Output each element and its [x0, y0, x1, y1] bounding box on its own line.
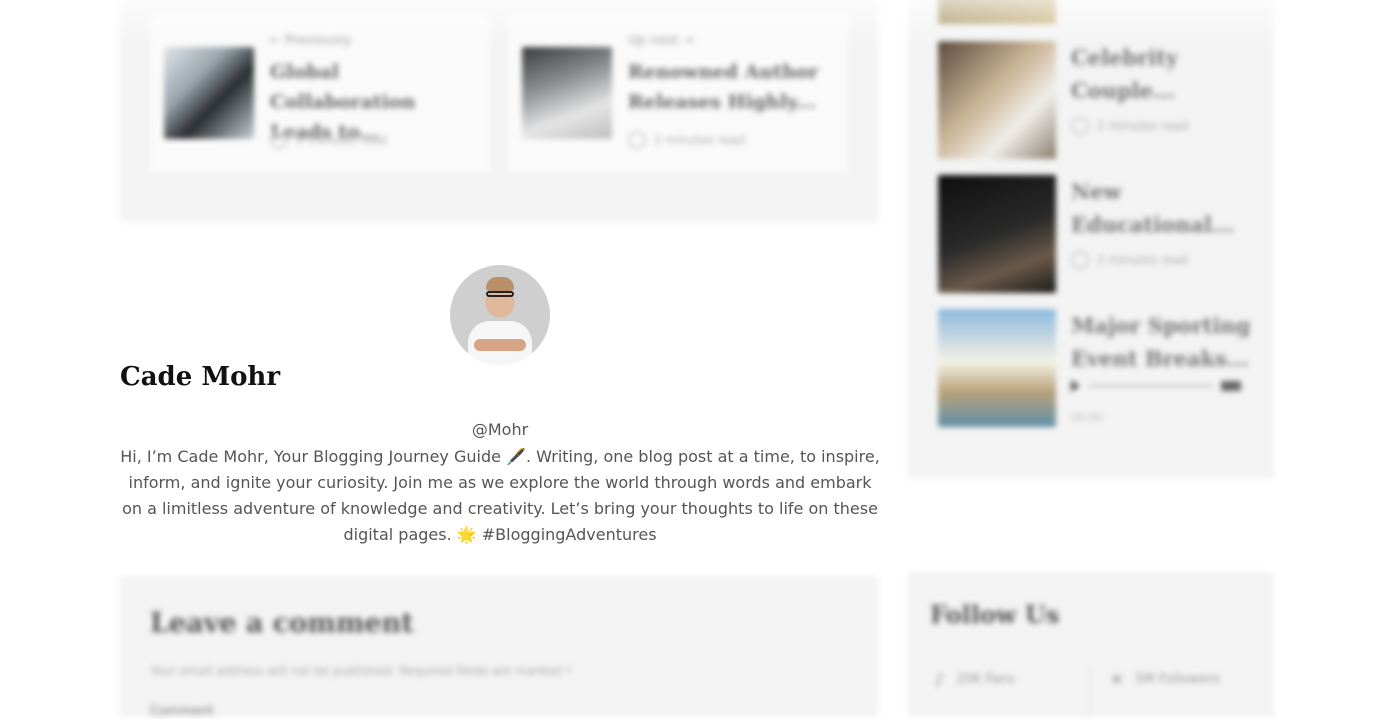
- post-navigation: ← Previously Global Collaboration Leads …: [120, 0, 878, 222]
- previous-post-card[interactable]: ← Previously Global Collaboration Leads …: [150, 15, 490, 173]
- follow-us-title: Follow Us: [930, 600, 1060, 629]
- clock-icon: [1071, 117, 1089, 135]
- author-name[interactable]: Cade Mohr: [120, 362, 280, 392]
- follow-us-widget: Follow Us ♪ 20K Fans ✕ 5M Followers: [908, 572, 1274, 717]
- follow-item-x[interactable]: ✕ 5M Followers: [1110, 670, 1220, 689]
- clock-icon: [1071, 251, 1089, 269]
- sidebar-spacer: [908, 490, 1274, 562]
- next-post-title[interactable]: Renowned Author Releases Highly...: [628, 57, 833, 117]
- next-post-card[interactable]: Up next → Renowned Author Releases Highl…: [508, 15, 848, 173]
- clock-icon: [270, 131, 288, 149]
- audio-player[interactable]: [1071, 379, 1241, 393]
- sidebar-post-thumbnail[interactable]: [938, 0, 1056, 24]
- sidebar-post-thumbnail[interactable]: [938, 175, 1056, 293]
- next-post-thumbnail[interactable]: [522, 47, 612, 139]
- sidebar-read-time: 2 minutes read: [1071, 117, 1188, 135]
- audio-progress-bar[interactable]: [1088, 385, 1213, 387]
- audio-time: 00:00: [1071, 411, 1103, 424]
- sidebar-post-thumbnail[interactable]: [938, 309, 1056, 427]
- x-icon: ✕: [1110, 670, 1124, 689]
- sidebar-post-title[interactable]: New Educational...: [1071, 175, 1251, 241]
- next-label: Up next →: [628, 33, 694, 48]
- next-read-time: 2 minutes read: [628, 131, 745, 149]
- previous-post-thumbnail[interactable]: [164, 47, 254, 139]
- tiktok-icon: ♪: [934, 670, 945, 689]
- sidebar-posts: Celebrity Couple... 2 minutes read New E…: [908, 0, 1274, 478]
- author-handle: @Mohr: [471, 420, 529, 439]
- previous-label: ← Previously: [270, 33, 352, 48]
- sidebar-post-thumbnail[interactable]: [938, 41, 1056, 159]
- author-bio: Hi, I’m Cade Mohr, Your Blogging Journey…: [120, 447, 880, 544]
- volume-icon[interactable]: [1221, 381, 1241, 391]
- sidebar-post[interactable]: [938, 0, 1268, 24]
- sidebar-read-time: 2 minutes read: [1071, 251, 1188, 269]
- sidebar-post[interactable]: Major Sporting Event Breaks... 00:00: [938, 309, 1268, 427]
- sidebar-post-title[interactable]: Major Sporting Event Breaks...: [1071, 309, 1251, 375]
- author-avatar[interactable]: [450, 265, 550, 365]
- clock-icon: [628, 131, 646, 149]
- sidebar-post[interactable]: Celebrity Couple... 2 minutes read: [938, 41, 1268, 159]
- play-icon[interactable]: [1071, 380, 1080, 392]
- previous-read-time: 2 minutes read: [270, 131, 387, 149]
- sidebar-post-title[interactable]: Celebrity Couple...: [1071, 41, 1251, 107]
- sidebar-post[interactable]: New Educational... 2 minutes read: [938, 175, 1268, 293]
- comment-form-title: Leave a comment: [150, 608, 414, 639]
- follow-item-tiktok[interactable]: ♪ 20K Fans: [934, 670, 1015, 689]
- comment-form-note: Your email address will not be published…: [150, 664, 571, 678]
- comment-form: Leave a comment Your email address will …: [120, 576, 878, 719]
- divider: [1090, 664, 1091, 717]
